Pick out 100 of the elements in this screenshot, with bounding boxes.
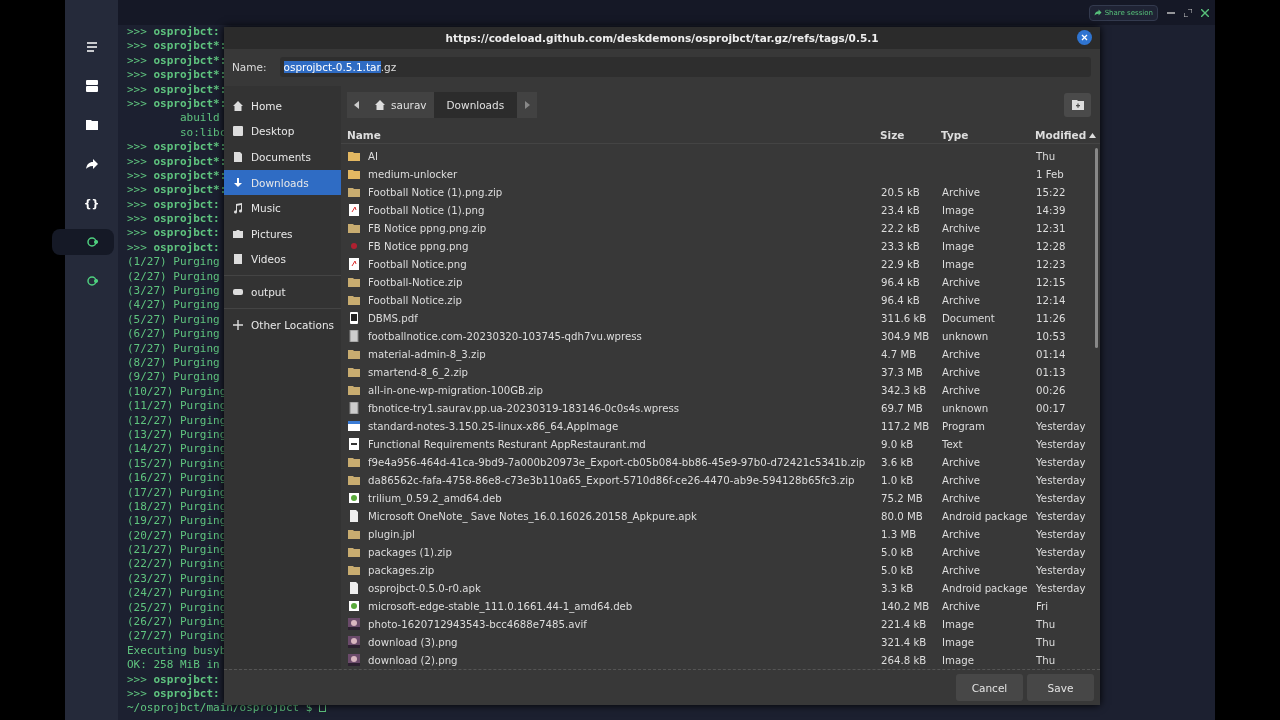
terminal-line: >>> osprojbct*:: [127, 96, 227, 110]
file-modified: Yesterday: [1036, 474, 1087, 486]
close-button[interactable]: [1077, 30, 1092, 45]
file-name[interactable]: standard-notes-3.150.25-linux-x86_64.AppImage: [368, 420, 881, 432]
place-item[interactable]: Documents: [224, 144, 341, 170]
file-name[interactable]: Football Notice (1).png.zip: [368, 186, 881, 198]
file-name[interactable]: smartend-8_6_2.zip: [368, 366, 881, 378]
file-name[interactable]: material-admin-8_3.zip: [368, 348, 881, 360]
file-name[interactable]: photo-1620712943543-bcc4688e7485.avif: [368, 618, 881, 630]
file-name[interactable]: medium-unlocker: [368, 168, 881, 180]
file-modified: Yesterday: [1036, 510, 1087, 522]
scrollbar[interactable]: [1095, 148, 1098, 348]
terminal-line: >>> osprojbct*:: [127, 154, 227, 168]
file-modified: Yesterday: [1036, 492, 1087, 504]
file-name[interactable]: AI: [368, 150, 881, 162]
file-name[interactable]: trilium_0.59.2_amd64.deb: [368, 492, 881, 504]
file-type: Archive: [942, 276, 982, 288]
file-type: Archive: [942, 366, 982, 378]
file-type: Image: [942, 240, 975, 252]
file-name[interactable]: all-in-one-wp-migration-100GB.zip: [368, 384, 881, 396]
save-button[interactable]: Save: [1027, 674, 1094, 701]
path-button[interactable]: Downloads: [433, 92, 518, 118]
file-name[interactable]: plugin.jpl: [368, 528, 881, 540]
place-item[interactable]: Other Locations: [224, 311, 341, 338]
file-modified: Yesterday: [1036, 546, 1087, 558]
file-modified: 10:53: [1036, 330, 1067, 342]
file-name[interactable]: DBMS.pdf: [368, 312, 881, 324]
file-name[interactable]: Football Notice (1).png: [368, 204, 881, 216]
place-item[interactable]: Desktop: [224, 118, 341, 145]
file-name[interactable]: microsoft-edge-stable_111.0.1661.44-1_amd64.deb: [368, 600, 881, 612]
close-icon[interactable]: [1201, 8, 1209, 17]
place-item[interactable]: Music: [224, 195, 341, 221]
file-name[interactable]: footballnotice.com-20230320-103745-qdh7vu.wpress: [368, 330, 881, 342]
file-name[interactable]: da86562c-fafa-4758-86e8-c73e3b110a65_Export-5710d86f-ce26-4470-ab9e-594128b65fc3.zip: [368, 474, 881, 486]
file-size: 221.4 kB: [881, 618, 928, 630]
file-name[interactable]: Football Notice.zip: [368, 294, 881, 306]
file-name[interactable]: osprojbct-0.5.0-r0.apk: [368, 582, 881, 594]
file-size: 5.0 kB: [881, 564, 915, 576]
share-icon: [1093, 9, 1102, 16]
file-size: 311.6 kB: [881, 312, 928, 324]
terminal-line: >>> osprojbct*:: [127, 168, 227, 182]
column-header[interactable]: Modified: [1035, 129, 1100, 141]
place-item[interactable]: Videos: [224, 246, 341, 273]
restore-icon[interactable]: [1184, 8, 1192, 17]
file-name[interactable]: Football Notice.png: [368, 258, 881, 270]
package-icon: [348, 600, 360, 612]
file-name[interactable]: packages (1).zip: [368, 546, 881, 558]
file-modified: 11:26: [1036, 312, 1067, 324]
package-icon: [348, 492, 360, 504]
new-folder-button[interactable]: [1064, 93, 1091, 117]
download-icon: [232, 176, 244, 189]
cancel-button[interactable]: Cancel: [956, 674, 1023, 701]
file-name[interactable]: FB Notice ppng.png.zip: [368, 222, 881, 234]
back-button[interactable]: [347, 92, 367, 118]
column-header[interactable]: Type: [941, 129, 1035, 141]
share-icon: [85, 158, 98, 170]
file-name[interactable]: packages.zip: [368, 564, 881, 576]
dialog-title: https://codeload.github.com/deskdemons/osprojbct/tar.gz/refs/tags/0.5.1: [445, 32, 879, 44]
terminal-line: (5/27) Purging: [127, 312, 220, 326]
column-header[interactable]: Name: [347, 129, 880, 141]
archive-icon: [348, 348, 360, 360]
place-item[interactable]: Home: [224, 93, 341, 119]
place-item[interactable]: Downloads: [224, 169, 341, 196]
name-label: Name:: [232, 61, 267, 73]
file-size: 5.0 kB: [881, 546, 915, 558]
file-modified: Yesterday: [1036, 420, 1087, 432]
file-icon: [348, 510, 360, 522]
file-type: Android package: [942, 582, 1029, 594]
forward-button[interactable]: [517, 92, 538, 118]
new-folder-icon: [1071, 100, 1084, 110]
file-name[interactable]: fbnotice-try1.saurav.pp.ua-20230319-183146-0c0s4s.wpress: [368, 402, 881, 414]
file-size: 9.0 kB: [881, 438, 915, 450]
file-size: 22.9 kB: [881, 258, 921, 270]
film-icon: [232, 253, 244, 266]
document-icon: [232, 151, 244, 163]
archive-icon: [348, 456, 360, 468]
place-item[interactable]: Pictures: [224, 220, 341, 247]
terminal-line: (6/27) Purging: [127, 327, 220, 341]
file-name[interactable]: Football-Notice.zip: [368, 276, 881, 288]
file-name[interactable]: f9e4a956-464d-41ca-9bd9-7a000b20973e_Export-cb05b084-bb86-45e9-97b0-d72421c5341b.zip: [368, 456, 881, 468]
file-type: Archive: [942, 474, 982, 486]
archive-icon: [348, 528, 360, 540]
file-size: 1.3 MB: [881, 528, 918, 540]
file-modified: 15:22: [1036, 186, 1067, 198]
file-type: unknown: [942, 330, 990, 342]
column-header[interactable]: Size: [880, 129, 941, 141]
file-modified: 12:15: [1036, 276, 1067, 288]
place-item[interactable]: output: [224, 279, 341, 305]
file-name[interactable]: download (2).png: [368, 654, 881, 666]
file-type: Archive: [942, 600, 982, 612]
file-name[interactable]: download (3).png: [368, 636, 881, 648]
file-name[interactable]: FB Notice ppng.png: [368, 240, 881, 252]
file-name[interactable]: Functional Requirements Resturant AppRestaurant.md: [368, 438, 881, 450]
file-size: 140.2 MB: [881, 600, 931, 612]
braces-button[interactable]: {}: [78, 190, 105, 216]
file-type: Archive: [942, 564, 982, 576]
file-name[interactable]: Microsoft OneNote_ Save Notes_16.0.16026.20158_Apkpure.apk: [368, 510, 881, 522]
file-modified: 14:39: [1036, 204, 1067, 216]
path-button[interactable]: saurav: [367, 92, 434, 118]
terminal-line: >>> osprojbct:: [127, 672, 220, 686]
